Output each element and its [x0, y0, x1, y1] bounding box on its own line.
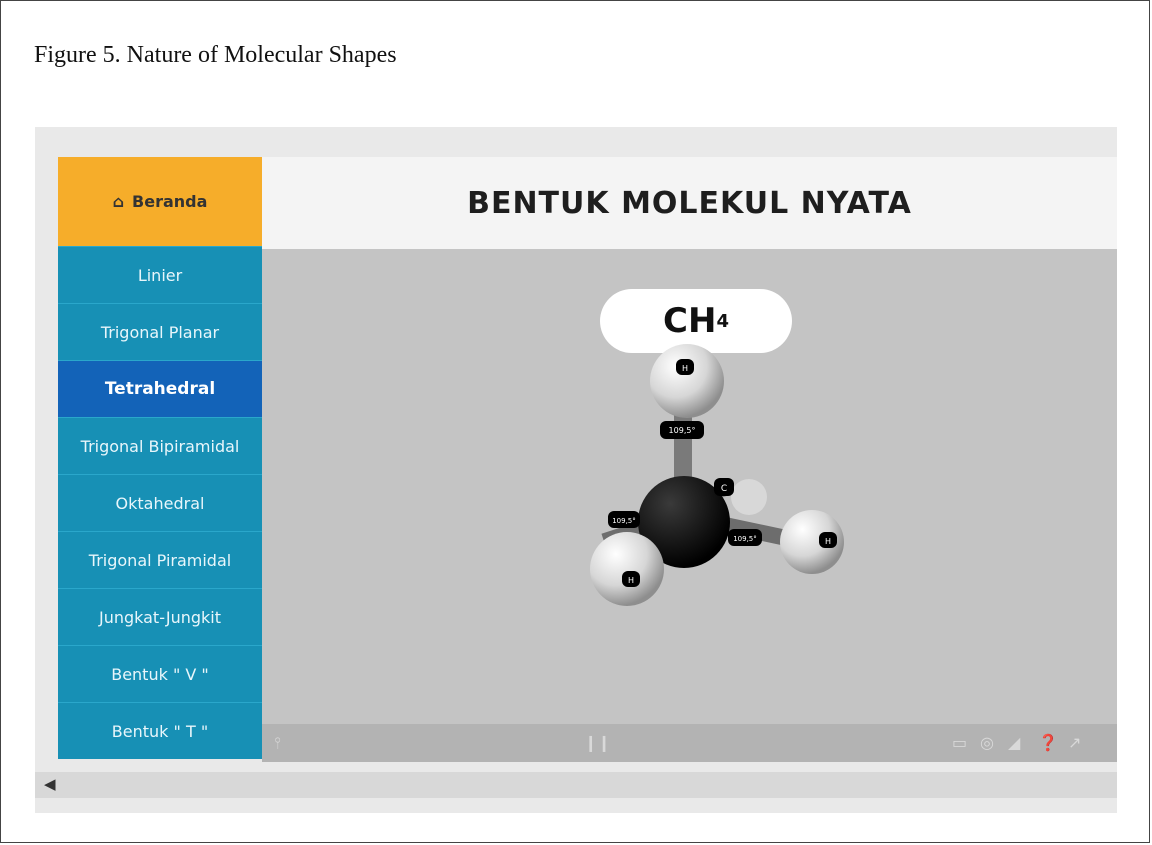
- hydrogen-atom-left: [590, 532, 664, 606]
- share-icon[interactable]: ⫯: [274, 733, 281, 753]
- atom-label-carbon: C: [721, 484, 727, 494]
- expand-icon[interactable]: ↗: [1068, 733, 1081, 752]
- atom-label-top: H: [682, 364, 688, 373]
- home-icon: ⌂: [112, 192, 125, 211]
- menu-item-linier[interactable]: Linier: [58, 246, 262, 303]
- home-label: Beranda: [132, 192, 208, 211]
- menu-item-trigonal-bipiramidal[interactable]: Trigonal Bipiramidal: [58, 417, 262, 474]
- footer-bar: ◀: [35, 772, 1117, 798]
- fullscreen-icon[interactable]: ◢: [1008, 733, 1020, 752]
- home-button[interactable]: ⌂ Beranda: [58, 157, 262, 246]
- hydrogen-atom-back: [731, 479, 767, 515]
- page-title: BENTUK MOLEKUL NYATA: [467, 185, 912, 221]
- menu-item-bentuk-v[interactable]: Bentuk " V ": [58, 645, 262, 702]
- player-controls: ⫯ ❙❙ ▭ ◎ ◢ ❓ ↗: [262, 724, 1117, 762]
- vr-icon[interactable]: ◎: [980, 733, 994, 752]
- menu-item-trigonal-planar[interactable]: Trigonal Planar: [58, 303, 262, 360]
- menu-item-oktahedral[interactable]: Oktahedral: [58, 474, 262, 531]
- menu-item-tetrahedral[interactable]: Tetrahedral: [58, 360, 262, 417]
- atom-label-left: H: [628, 576, 634, 585]
- menu-item-jungkat-jungkit[interactable]: Jungkat-Jungkit: [58, 588, 262, 645]
- molecule-viewer[interactable]: CH 4 109,5° 109,5° 109,5° C H H H: [262, 249, 1117, 724]
- hydrogen-atom-top: [650, 344, 724, 418]
- menu-item-trigonal-piramidal[interactable]: Trigonal Piramidal: [58, 531, 262, 588]
- pause-icon[interactable]: ❙❙: [584, 733, 611, 752]
- angle-text-top: 109,5°: [669, 426, 696, 435]
- menu-item-bentuk-t[interactable]: Bentuk " T ": [58, 702, 262, 759]
- atom-label-right: H: [825, 537, 831, 546]
- angle-text-right: 109,5°: [733, 535, 757, 543]
- help-icon[interactable]: ❓: [1038, 733, 1058, 752]
- angle-text-left: 109,5°: [612, 517, 636, 525]
- app-window: ⌂ Beranda Linier Trigonal Planar Tetrahe…: [35, 127, 1117, 813]
- screen-icon[interactable]: ▭: [952, 733, 967, 752]
- title-bar: BENTUK MOLEKUL NYATA: [262, 157, 1117, 249]
- shape-menu: Linier Trigonal Planar Tetrahedral Trigo…: [58, 246, 262, 759]
- figure-caption: Figure 5. Nature of Molecular Shapes: [34, 42, 397, 68]
- molecule-model[interactable]: 109,5° 109,5° 109,5° C H H H: [262, 249, 1117, 724]
- sidebar: ⌂ Beranda Linier Trigonal Planar Tetrahe…: [58, 157, 262, 762]
- speaker-icon[interactable]: ◀: [44, 775, 56, 793]
